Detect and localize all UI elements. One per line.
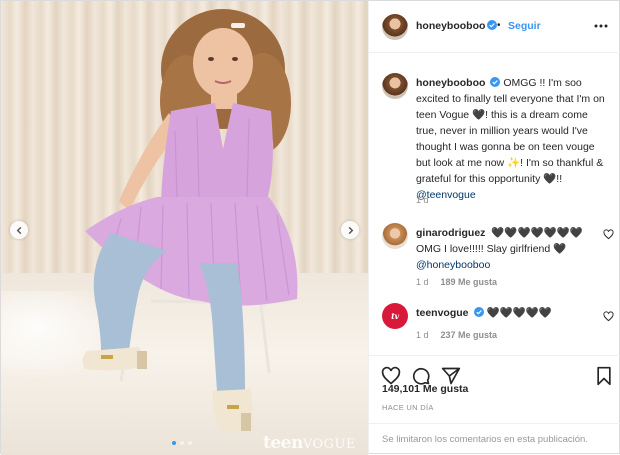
action-bar bbox=[369, 355, 620, 386]
carousel-prev-button[interactable] bbox=[10, 221, 28, 239]
model-figure bbox=[82, 9, 298, 433]
bullet-separator: • bbox=[497, 20, 501, 31]
avatar[interactable] bbox=[382, 223, 408, 249]
verified-badge-icon bbox=[490, 77, 501, 87]
carousel-dot bbox=[172, 441, 176, 445]
comment-text: teenvogue 🖤🖤🖤🖤🖤 bbox=[416, 305, 606, 321]
carousel-dot bbox=[180, 441, 184, 445]
avatar[interactable] bbox=[382, 14, 408, 40]
post-side-panel: honeybooboo • Seguir honeybooboo OMGG !!… bbox=[368, 1, 620, 455]
comments-section: honeybooboo OMGG !! I'm soo excited to f… bbox=[369, 53, 620, 355]
likes-count[interactable]: 149,101 Me gusta bbox=[382, 383, 468, 395]
header-username[interactable]: honeybooboo bbox=[416, 20, 485, 32]
comment-body: 🖤🖤🖤🖤🖤 bbox=[486, 307, 552, 319]
comment-time[interactable]: 1 d bbox=[416, 330, 429, 340]
instagram-post: teenVOGUE honeybooboo • Seguir honeyboob… bbox=[0, 0, 620, 455]
comments-limited-text: Se limitaron los comentarios en esta pub… bbox=[382, 434, 588, 445]
comment-username[interactable]: teenvogue bbox=[416, 307, 469, 319]
comment-meta: 1 d 189 Me gusta bbox=[416, 277, 497, 287]
post-photo[interactable]: teenVOGUE bbox=[1, 1, 368, 455]
comment-likes[interactable]: 189 Me gusta bbox=[441, 277, 498, 287]
carousel-indicator bbox=[172, 441, 192, 445]
chevron-right-icon bbox=[348, 226, 353, 234]
comment-text: ginarodriguez 🖤🖤🖤🖤🖤🖤🖤 OMG I love!!!!! Sl… bbox=[416, 225, 606, 273]
post-header: honeybooboo • Seguir bbox=[369, 1, 620, 53]
more-options-icon[interactable] bbox=[593, 18, 609, 34]
watermark-sub: VOGUE bbox=[302, 437, 357, 452]
comment-meta: 1 d 237 Me gusta bbox=[416, 330, 497, 340]
caption-username[interactable]: honeybooboo bbox=[416, 77, 485, 89]
avatar[interactable]: tv bbox=[382, 303, 408, 329]
post-timestamp[interactable]: HACE UN DÍA bbox=[382, 403, 434, 412]
carousel-next-button[interactable] bbox=[341, 221, 359, 239]
chevron-left-icon bbox=[16, 226, 21, 234]
teen-vogue-watermark: teenVOGUE bbox=[263, 433, 356, 453]
verified-badge-icon bbox=[487, 20, 498, 30]
comments-limited-notice: Se limitaron los comentarios en esta pub… bbox=[369, 423, 620, 455]
watermark-brand: teen bbox=[263, 433, 303, 453]
caption-meta: 1 d bbox=[416, 195, 429, 205]
comment-mention-link[interactable]: @honeybooboo bbox=[416, 259, 490, 271]
heart-icon[interactable] bbox=[603, 229, 614, 240]
caption-text: honeybooboo OMGG !! I'm soo excited to f… bbox=[416, 75, 606, 203]
comment-time[interactable]: 1 d bbox=[416, 277, 429, 287]
carousel-dot bbox=[188, 441, 192, 445]
bookmark-icon[interactable] bbox=[594, 366, 614, 386]
header-username-row: honeybooboo bbox=[416, 20, 498, 32]
heart-icon[interactable] bbox=[603, 311, 614, 322]
comment-username[interactable]: ginarodriguez bbox=[416, 227, 485, 239]
avatar[interactable] bbox=[382, 73, 408, 99]
verified-badge-icon bbox=[473, 307, 484, 317]
comment-likes[interactable]: 237 Me gusta bbox=[441, 330, 498, 340]
caption-time[interactable]: 1 d bbox=[416, 195, 429, 205]
teenvogue-avatar-logo: tv bbox=[391, 311, 399, 321]
caption-body: OMGG !! I'm soo excited to finally tell … bbox=[416, 77, 605, 185]
follow-button[interactable]: Seguir bbox=[508, 20, 541, 32]
